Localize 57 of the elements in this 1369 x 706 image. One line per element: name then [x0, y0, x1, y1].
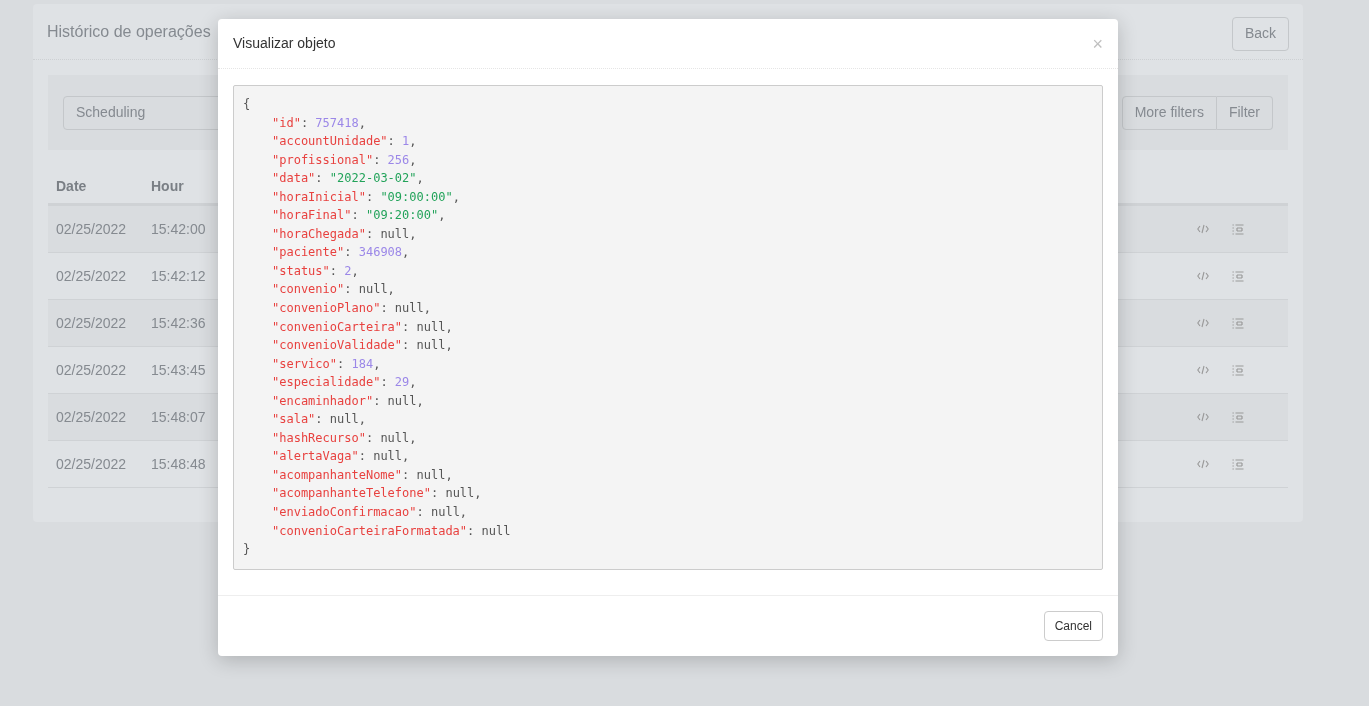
- list-icon[interactable]: [1232, 317, 1244, 329]
- table-cell-text: 15:42:36: [151, 313, 206, 333]
- code-line: "convenioCarteira": null,: [271, 318, 454, 336]
- code-icon[interactable]: [1197, 318, 1209, 328]
- code-icon[interactable]: [1197, 224, 1209, 234]
- modal-title: Visualizar objeto: [233, 34, 336, 53]
- code-line: "hashRecurso": null,: [271, 429, 418, 447]
- table-cell-text: 02/25/2022: [55, 219, 128, 239]
- code-line: "convenio": null,: [271, 281, 396, 299]
- close-button[interactable]: ×: [1092, 34, 1103, 53]
- list-icon[interactable]: [1232, 458, 1244, 470]
- code-line: "convenioCarteiraFormatada": null: [271, 522, 512, 540]
- table-cell-text: 02/25/2022: [55, 454, 128, 474]
- code-line: "servico": 184,: [271, 355, 382, 373]
- code-icon[interactable]: [1197, 365, 1209, 375]
- table-cell-text: 02/25/2022: [55, 407, 128, 427]
- table-cell-text: 15:48:07: [151, 407, 206, 427]
- code-line: "sala": null,: [271, 411, 367, 429]
- code-line: "especialidade": 29,: [271, 374, 418, 392]
- cancel-button[interactable]: Cancel: [1043, 611, 1103, 641]
- table-cell-text: 02/25/2022: [55, 360, 128, 380]
- code-line: "convenioPlano": null,: [271, 300, 432, 317]
- code-line: "encaminhador": null,: [271, 392, 425, 410]
- code-line: "alertaVaga": null,: [271, 448, 411, 466]
- code-line: "enviadoConfirmacao": null,: [271, 504, 469, 522]
- code-line: "convenioValidade": null,: [271, 337, 454, 355]
- table-cell-text: 02/25/2022: [55, 266, 128, 286]
- code-line: "horaChegada": null,: [271, 225, 418, 243]
- list-icon[interactable]: [1232, 411, 1244, 423]
- code-icon[interactable]: [1197, 412, 1209, 422]
- code-line: "status": 2,: [271, 262, 360, 280]
- column-header: Date: [55, 177, 88, 196]
- code-icon[interactable]: [1197, 271, 1209, 281]
- code-line: "data": "2022-03-02",: [271, 170, 425, 188]
- list-icon[interactable]: [1232, 270, 1244, 282]
- list-icon[interactable]: [1232, 223, 1244, 235]
- code-line: "accountUnidade": 1,: [271, 133, 418, 151]
- table-cell-text: 15:42:12: [151, 266, 206, 286]
- code-icon[interactable]: [1197, 459, 1209, 469]
- code-line: "profissional": 256,: [271, 151, 418, 169]
- column-header: Hour: [151, 177, 184, 196]
- code-line: "paciente": 346908,: [271, 244, 411, 262]
- list-icon[interactable]: [1232, 364, 1244, 376]
- code-line: "horaInicial": "09:00:00",: [271, 188, 461, 206]
- code-line: "acompanhanteNome": null,: [271, 466, 454, 484]
- table-cell-text: 15:48:48: [151, 454, 206, 474]
- code-line: "horaFinal": "09:20:00",: [271, 207, 447, 225]
- table-cell-text: 15:42:00: [151, 219, 206, 239]
- code-line: }: [243, 541, 252, 559]
- table-cell-text: 15:43:45: [151, 360, 206, 380]
- table-cell-text: 02/25/2022: [55, 313, 128, 333]
- filter-button[interactable]: More filters: [1121, 95, 1217, 130]
- filter-button[interactable]: Filter: [1216, 95, 1273, 130]
- code-line: {: [243, 96, 252, 113]
- back-button[interactable]: Back: [1231, 16, 1289, 51]
- page-title: Histórico de operações: [47, 21, 211, 42]
- code-line: "acompanhanteTelefone": null,: [271, 485, 483, 503]
